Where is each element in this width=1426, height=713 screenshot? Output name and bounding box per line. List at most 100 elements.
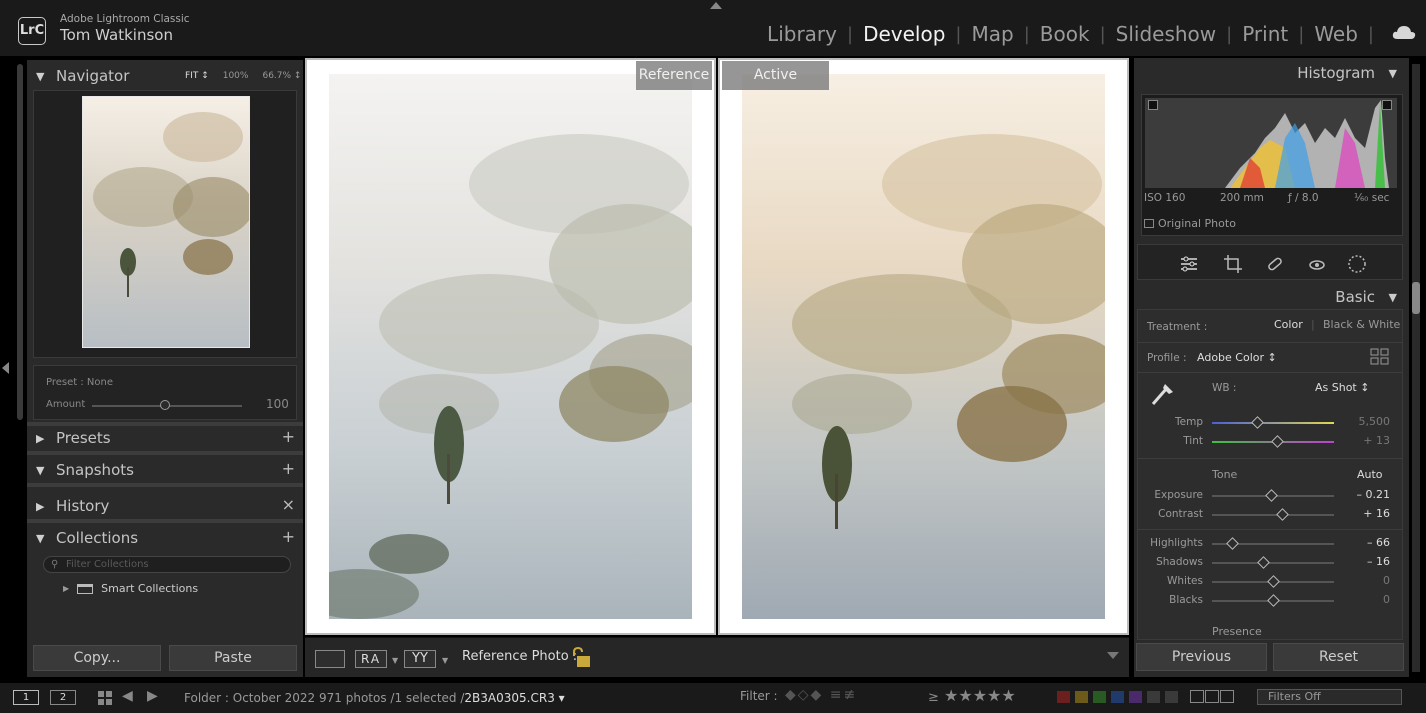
highlight-clipping-toggle-icon[interactable] bbox=[1382, 100, 1392, 110]
navigator-thumbnail[interactable] bbox=[82, 96, 250, 348]
treatment-color-option[interactable]: Color bbox=[1274, 318, 1303, 331]
add-collection-icon[interactable]: + bbox=[282, 527, 295, 546]
navigator-header[interactable]: ▼ Navigator FIT ↕ 100% 66.7% ↕ bbox=[27, 62, 303, 90]
back-arrow-icon[interactable]: ◀ bbox=[122, 688, 133, 704]
flag-filter-icons[interactable]: ◆◇◆ ≡≢ bbox=[785, 687, 857, 703]
treatment-bw-option[interactable]: Black & White bbox=[1323, 318, 1400, 331]
module-book[interactable]: Book bbox=[1030, 22, 1100, 46]
selected-file-name[interactable]: 2B3A0305.CR3 ▾ bbox=[464, 691, 564, 705]
chevron-down-icon[interactable]: ▼ bbox=[392, 656, 398, 665]
filter-collections-input[interactable]: Filter Collections bbox=[43, 556, 291, 573]
module-web[interactable]: Web bbox=[1304, 22, 1368, 46]
edit-sliders-icon[interactable] bbox=[1179, 254, 1199, 274]
smart-collections-item[interactable]: ▶ Smart Collections bbox=[63, 582, 198, 595]
custom-filter-icons[interactable] bbox=[1190, 690, 1234, 703]
module-map[interactable]: Map bbox=[961, 22, 1023, 46]
rating-comparator[interactable]: ≥ bbox=[928, 690, 939, 705]
active-photo[interactable] bbox=[742, 74, 1105, 619]
slider-value-tint[interactable]: + 13 bbox=[1340, 434, 1390, 447]
slider-value-highlights[interactable]: – 66 bbox=[1340, 536, 1390, 549]
collapse-triangle-icon[interactable]: ▼ bbox=[1389, 291, 1397, 304]
user-name[interactable]: Tom Watkinson bbox=[60, 26, 173, 44]
masking-icon[interactable] bbox=[1347, 254, 1367, 274]
module-slideshow[interactable]: Slideshow bbox=[1106, 22, 1227, 46]
add-preset-icon[interactable]: + bbox=[282, 427, 295, 446]
profile-dropdown[interactable]: Adobe Color ↕ bbox=[1197, 351, 1277, 364]
copy-button[interactable]: Copy... bbox=[33, 645, 161, 671]
photo-count[interactable]: 971 photos /1 selected /2B3A0305.CR3 ▾ bbox=[319, 691, 565, 705]
amount-slider-knob[interactable] bbox=[160, 400, 170, 410]
temp-slider-track[interactable] bbox=[1212, 422, 1334, 424]
slider-track-shadows[interactable] bbox=[1212, 562, 1334, 564]
history-header[interactable]: ▶ History × bbox=[27, 492, 303, 520]
slider-value-temp[interactable]: 5,500 bbox=[1340, 415, 1391, 428]
module-print[interactable]: Print bbox=[1232, 22, 1298, 46]
amount-value[interactable]: 100 bbox=[266, 397, 289, 411]
add-snapshot-icon[interactable]: + bbox=[282, 459, 295, 478]
slider-value-shadows[interactable]: – 16 bbox=[1340, 555, 1390, 568]
slider-value-exposure[interactable]: – 0.21 bbox=[1340, 488, 1391, 501]
before-after-view-button[interactable]: YY bbox=[404, 650, 436, 668]
secondary-window-button[interactable]: 2 bbox=[50, 690, 76, 705]
slider-value-blacks[interactable]: 0 bbox=[1340, 593, 1390, 606]
zoom-100[interactable]: 100% bbox=[223, 71, 249, 81]
slider-track-contrast[interactable] bbox=[1212, 514, 1334, 516]
collapse-left-panel-icon[interactable] bbox=[2, 362, 9, 374]
crop-icon[interactable] bbox=[1223, 254, 1243, 274]
slider-value-whites[interactable]: 0 bbox=[1340, 574, 1390, 587]
color-label-swatch[interactable] bbox=[1057, 691, 1070, 703]
loupe-view-button[interactable] bbox=[315, 650, 345, 668]
zoom-custom[interactable]: 66.7% ↕ bbox=[262, 71, 301, 81]
basic-title[interactable]: Basic bbox=[1134, 288, 1409, 306]
shadow-clipping-toggle-icon[interactable] bbox=[1148, 100, 1158, 110]
chevron-down-icon[interactable]: ▼ bbox=[442, 656, 448, 665]
rating-filter[interactable]: ≥ ★★★★★ bbox=[928, 686, 1016, 705]
star-rating-icons[interactable]: ★★★★★ bbox=[944, 686, 1016, 705]
filter-flagged-icon[interactable] bbox=[1190, 690, 1204, 703]
collections-header[interactable]: ▼ Collections + bbox=[27, 524, 303, 552]
wb-dropdown[interactable]: As Shot ↕ bbox=[1315, 381, 1369, 394]
forward-arrow-icon[interactable]: ▶ bbox=[147, 688, 158, 704]
zoom-fit[interactable]: FIT ↕ bbox=[185, 71, 209, 81]
color-label-swatch[interactable] bbox=[1075, 691, 1088, 703]
color-label-swatch[interactable] bbox=[1147, 691, 1160, 703]
checkbox-icon[interactable] bbox=[1144, 219, 1154, 228]
grid-view-icon[interactable] bbox=[97, 690, 113, 706]
expand-triangle-icon[interactable]: ▶ bbox=[63, 584, 69, 593]
original-photo-toggle[interactable]: Original Photo bbox=[1144, 217, 1236, 230]
previous-button[interactable]: Previous bbox=[1136, 643, 1267, 671]
color-label-swatch[interactable] bbox=[1111, 691, 1124, 703]
module-develop[interactable]: Develop bbox=[853, 22, 955, 46]
red-eye-icon[interactable] bbox=[1307, 254, 1327, 274]
cloud-icon[interactable] bbox=[1392, 24, 1416, 40]
reference-active-view-button[interactable]: RA bbox=[355, 650, 387, 668]
profile-browser-icon[interactable] bbox=[1370, 348, 1390, 366]
color-label-swatch[interactable] bbox=[1093, 691, 1106, 703]
scrollbar-thumb[interactable] bbox=[1412, 282, 1420, 314]
reference-photo[interactable] bbox=[329, 74, 692, 619]
clear-history-icon[interactable]: × bbox=[282, 495, 295, 514]
filters-off-dropdown[interactable]: Filters Off bbox=[1257, 689, 1402, 705]
healing-bandage-icon[interactable] bbox=[1265, 254, 1285, 274]
white-balance-eyedropper-icon[interactable] bbox=[1145, 376, 1179, 410]
collapse-top-panel-icon[interactable] bbox=[710, 2, 722, 9]
paste-button[interactable]: Paste bbox=[169, 645, 297, 671]
color-label-swatch[interactable] bbox=[1129, 691, 1142, 703]
presets-header[interactable]: ▶ Presets + bbox=[27, 424, 303, 452]
primary-window-button[interactable]: 1 bbox=[13, 690, 39, 705]
navigator-preview[interactable] bbox=[33, 90, 297, 358]
slider-value-contrast[interactable]: + 16 bbox=[1340, 507, 1390, 520]
auto-tone-button[interactable]: Auto bbox=[1357, 468, 1383, 481]
histogram-title[interactable]: Histogram bbox=[1134, 64, 1409, 82]
right-panel-scrollbar[interactable] bbox=[1412, 64, 1420, 672]
folder-source-label[interactable]: Folder : October 2022 bbox=[184, 691, 315, 705]
left-panel-scrollbar[interactable] bbox=[17, 64, 23, 420]
color-label-swatch[interactable] bbox=[1165, 691, 1178, 703]
filter-virtual-icon[interactable] bbox=[1220, 690, 1234, 703]
collapse-triangle-icon[interactable]: ▼ bbox=[1389, 67, 1397, 80]
snapshots-header[interactable]: ▼ Snapshots + bbox=[27, 456, 303, 484]
filter-edited-icon[interactable] bbox=[1205, 690, 1219, 703]
module-library[interactable]: Library bbox=[757, 22, 847, 46]
toolbar-options-icon[interactable] bbox=[1107, 652, 1119, 659]
lock-icon[interactable] bbox=[569, 646, 591, 668]
